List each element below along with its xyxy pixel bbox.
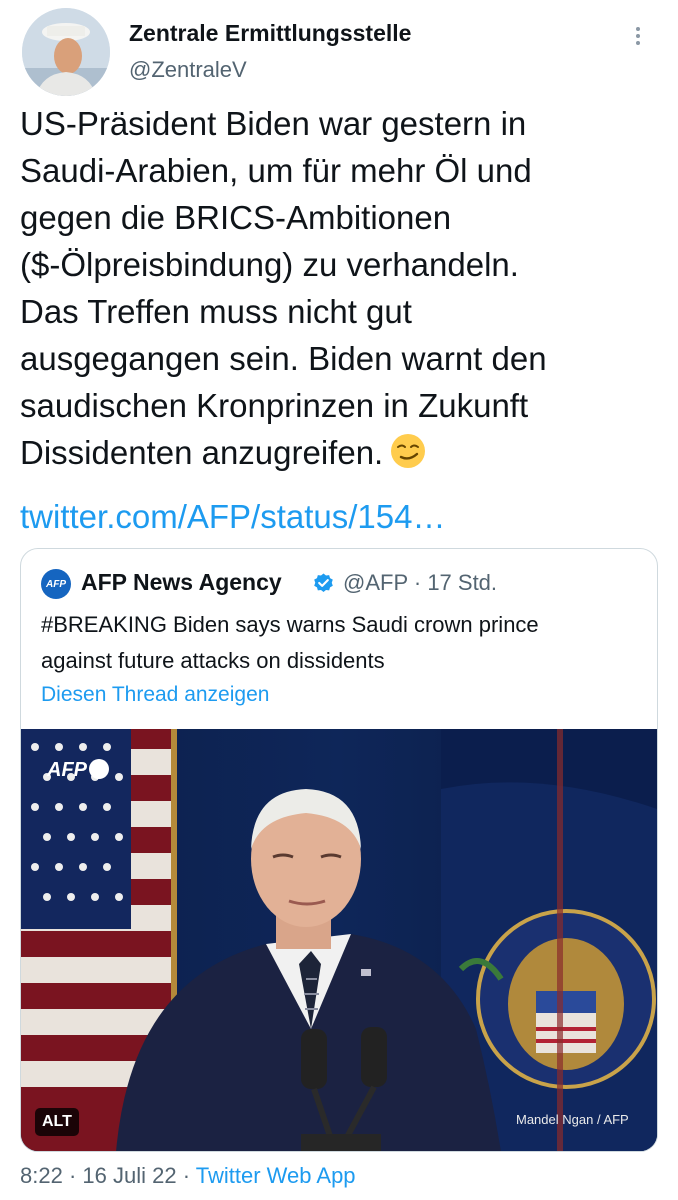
quoted-text: #BREAKING Biden says warns Saudi crown p… (41, 607, 641, 679)
quoted-meta: @AFP · 17 Std. (343, 570, 497, 596)
quoted-text-line: against future attacks on dissidents (41, 648, 385, 673)
more-dot-icon (636, 34, 640, 38)
afp-circle-icon (89, 759, 109, 779)
tweet-footer: 8:22 · 16 Juli 22 · Twitter Web App (20, 1163, 356, 1189)
alt-text-badge[interactable]: ALT (35, 1108, 79, 1136)
tweet-header: Zentrale Ermittlungsstelle @ZentraleV (0, 0, 678, 100)
tweet-text-line: gegen die BRICS-Ambitionen (20, 199, 452, 236)
tweet-text: US-Präsident Biden war gestern in Saudi-… (20, 100, 660, 476)
afp-watermark: AFP (47, 759, 109, 782)
quoted-photo[interactable]: AFP ALT Mandel Ngan / AFP (21, 729, 657, 1151)
quoted-tweet-card[interactable]: AFP AFP News Agency @AFP · 17 Std. #BREA… (20, 548, 658, 1152)
tweet-text-line: saudischen Kronprinzen in Zukunft (20, 387, 529, 424)
tweet-source-link[interactable]: Twitter Web App (196, 1163, 356, 1188)
quoted-author-name[interactable]: AFP News Agency (81, 569, 282, 596)
tweet-date[interactable]: 16 Juli 22 (82, 1163, 176, 1188)
separator: · (68, 1163, 77, 1188)
tweet-time[interactable]: 8:22 (20, 1163, 63, 1188)
author-handle[interactable]: @ZentraleV (129, 57, 247, 83)
tweet-link[interactable]: twitter.com/AFP/status/154… (20, 493, 446, 540)
author-avatar[interactable] (22, 8, 110, 96)
tweet-text-last-line: Dissidenten anzugreifen. (20, 429, 660, 476)
more-dot-icon (636, 27, 640, 31)
tweet-text-line: US-Präsident Biden war gestern in (20, 105, 527, 142)
smirking-face-emoji-icon (391, 434, 426, 468)
quoted-handle[interactable]: @AFP (343, 570, 408, 595)
more-options-button[interactable] (620, 22, 656, 50)
tweet-text-line: ausgegangen sein. Biden warnt den (20, 340, 547, 377)
quoted-text-line: #BREAKING Biden says warns Saudi crown p… (41, 612, 539, 637)
quoted-time[interactable]: 17 Std. (427, 570, 497, 595)
quoted-avatar[interactable]: AFP (41, 569, 71, 599)
separator: · (413, 570, 422, 595)
tweet-text-line: Dissidenten anzugreifen. (20, 434, 384, 471)
author-name[interactable]: Zentrale Ermittlungsstelle (129, 20, 411, 47)
separator: · (182, 1163, 191, 1188)
press-photo-image (21, 729, 657, 1151)
verified-badge-icon (314, 573, 333, 593)
more-dot-icon (636, 41, 640, 45)
afp-watermark-text: AFP (47, 759, 87, 781)
tweet-text-line: Das Treffen muss nicht gut (20, 293, 412, 330)
show-thread-link[interactable]: Diesen Thread anzeigen (41, 683, 269, 707)
tweet-text-line: Saudi-Arabien, um für mehr Öl und (20, 152, 532, 189)
tweet-text-line: ($-Ölpreisbindung) zu verhandeln. (20, 246, 519, 283)
photo-credit: Mandel Ngan / AFP (516, 1112, 629, 1127)
